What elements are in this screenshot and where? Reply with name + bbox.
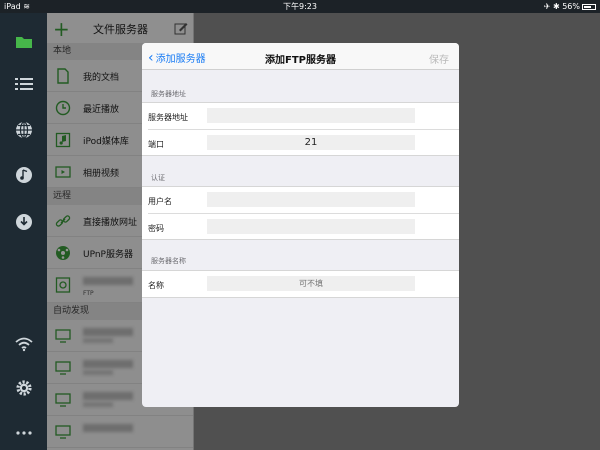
- save-button[interactable]: 保存: [429, 51, 449, 66]
- group-auth: 用户名 密码: [142, 186, 459, 240]
- clock: 下午9:23: [283, 2, 317, 11]
- group-server-name: 名称: [142, 270, 459, 298]
- row-port: 端口: [148, 129, 459, 155]
- folder-icon[interactable]: [0, 27, 47, 57]
- password-label: 密码: [148, 224, 164, 233]
- modal-nav-bar: ‹ 添加服务器 添加FTP服务器 保存: [142, 43, 459, 70]
- battery-status: ✈ ✱ 56%: [544, 0, 596, 13]
- battery-icon: [582, 3, 596, 10]
- row-password: 密码: [148, 213, 459, 239]
- name-label: 名称: [148, 281, 164, 290]
- download-icon[interactable]: [0, 207, 47, 237]
- modal-title: 添加FTP服务器: [265, 55, 336, 66]
- group-title-server-address: 服务器地址: [151, 90, 186, 98]
- list-icon[interactable]: [0, 69, 47, 99]
- globe-icon[interactable]: [0, 115, 47, 145]
- add-ftp-server-modal: ‹ 添加服务器 添加FTP服务器 保存 服务器地址 服务器地址 端口 认证 用户…: [142, 43, 459, 407]
- group-title-server-name: 服务器名称: [151, 257, 186, 265]
- group-server-address: 服务器地址 端口: [142, 102, 459, 156]
- row-username: 用户名: [142, 187, 459, 213]
- name-input[interactable]: [207, 276, 415, 291]
- password-input[interactable]: [207, 219, 415, 234]
- username-input[interactable]: [207, 192, 415, 207]
- row-name: 名称: [142, 271, 459, 297]
- address-input[interactable]: [207, 108, 415, 123]
- more-icon[interactable]: [0, 418, 47, 448]
- wifi-icon[interactable]: [0, 329, 47, 359]
- music-icon[interactable]: [0, 160, 47, 190]
- username-label: 用户名: [148, 197, 172, 206]
- row-address: 服务器地址: [142, 103, 459, 129]
- status-bar: iPad ≋ 下午9:23 ✈ ✱ 56%: [0, 0, 600, 13]
- gear-icon[interactable]: [0, 373, 47, 403]
- port-label: 端口: [148, 140, 164, 149]
- address-label: 服务器地址: [148, 113, 188, 122]
- port-input[interactable]: [207, 135, 415, 150]
- side-rail: [0, 13, 47, 450]
- group-title-auth: 认证: [151, 174, 165, 182]
